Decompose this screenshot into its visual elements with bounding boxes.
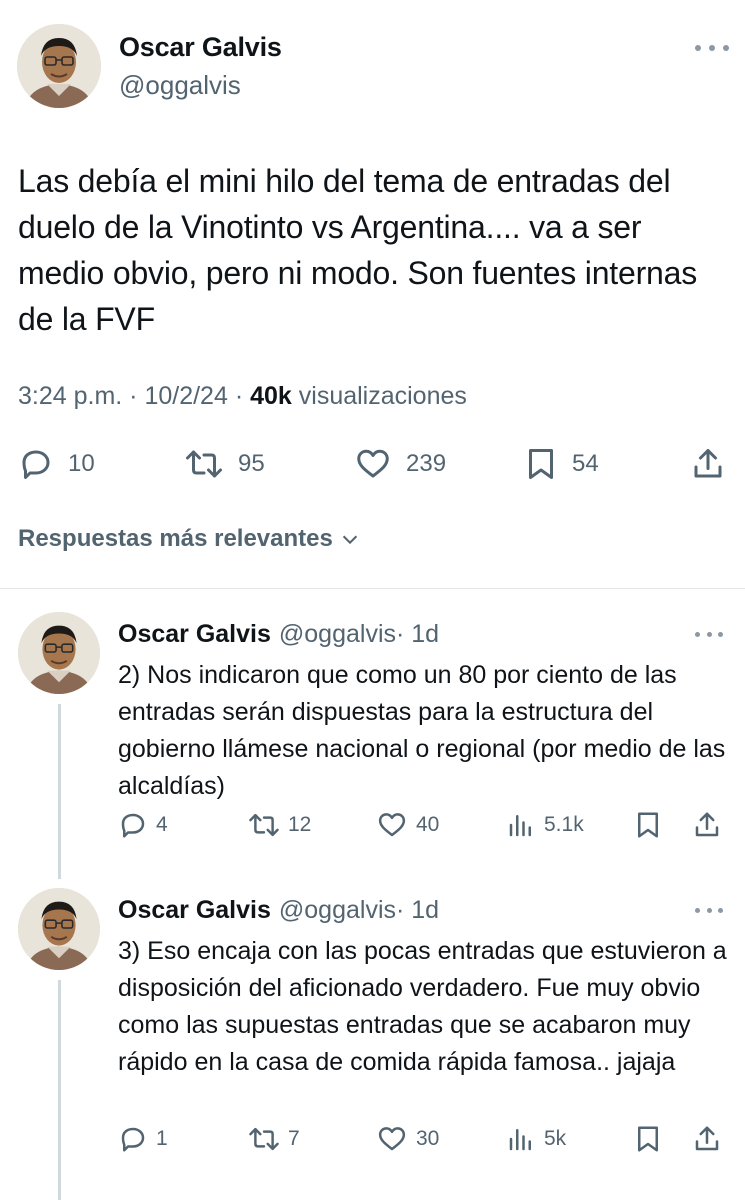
sort-label: Respuestas más relevantes bbox=[18, 525, 333, 552]
like-icon bbox=[378, 1127, 406, 1151]
tweet-thread-page: Oscar Galvis @oggalvis Las debía el mini… bbox=[0, 0, 745, 1200]
chevron-down-icon bbox=[342, 535, 357, 545]
bookmark-button[interactable] bbox=[634, 810, 662, 840]
repost-icon bbox=[249, 1127, 279, 1151]
views-icon bbox=[509, 1129, 531, 1151]
repost-button[interactable]: 7 bbox=[248, 1124, 300, 1154]
reply-actions: 1 7 30 5k bbox=[0, 1120, 745, 1160]
tweet-meta: 3:24 p.m. · 10/2/24 · 40k visualizacione… bbox=[18, 382, 467, 411]
repost-count: 95 bbox=[238, 450, 265, 477]
bookmark-button[interactable] bbox=[634, 1124, 662, 1154]
repost-count: 7 bbox=[288, 1127, 300, 1150]
reply-text: 3) Eso encaja con las pocas entradas que… bbox=[118, 937, 727, 1076]
share-icon bbox=[695, 1126, 719, 1151]
author-name[interactable]: Oscar Galvis bbox=[118, 896, 271, 924]
more-icon[interactable] bbox=[695, 38, 729, 58]
like-count: 30 bbox=[416, 1127, 440, 1150]
author-handle[interactable]: @oggalvis bbox=[279, 896, 396, 924]
thread-connector bbox=[58, 980, 61, 1200]
repost-count: 12 bbox=[288, 813, 312, 836]
like-icon bbox=[378, 813, 406, 837]
share-button[interactable] bbox=[692, 810, 722, 840]
bookmark-icon bbox=[529, 449, 553, 479]
views-icon bbox=[509, 815, 531, 837]
reply-icon bbox=[22, 450, 50, 479]
avatar[interactable] bbox=[17, 24, 101, 108]
meta-separator: · bbox=[227, 382, 251, 410]
like-button[interactable]: 30 bbox=[376, 1124, 439, 1154]
reply-count: 10 bbox=[68, 450, 95, 477]
divider bbox=[0, 588, 745, 589]
repost-icon bbox=[186, 450, 222, 478]
like-icon bbox=[357, 449, 389, 478]
reply-actions: 4 12 40 5.1k bbox=[0, 806, 745, 846]
reply-header: Oscar Galvis @oggalvis· 1d bbox=[118, 896, 439, 925]
like-button[interactable]: 239 bbox=[354, 446, 446, 482]
tweet-text: Las debía el mini hilo del tema de entra… bbox=[18, 163, 698, 337]
views-count: 40k bbox=[250, 382, 292, 410]
share-icon bbox=[694, 449, 722, 478]
reply-button[interactable]: 1 bbox=[118, 1124, 168, 1154]
share-icon bbox=[695, 812, 719, 837]
repost-button[interactable]: 12 bbox=[248, 810, 311, 840]
repost-icon bbox=[249, 813, 279, 837]
author-name[interactable]: Oscar Galvis bbox=[119, 32, 282, 63]
views-label: visualizaciones bbox=[291, 382, 467, 410]
sort-replies-dropdown[interactable]: Respuestas más relevantes bbox=[18, 525, 361, 553]
repost-button[interactable]: 95 bbox=[184, 446, 265, 482]
views-button[interactable]: 5k bbox=[506, 1124, 566, 1154]
avatar[interactable] bbox=[18, 612, 100, 694]
thread-connector bbox=[58, 704, 61, 879]
reply-count: 4 bbox=[156, 813, 168, 836]
tweet-date[interactable]: 10/2/24 bbox=[144, 382, 227, 410]
reply-icon bbox=[121, 1127, 145, 1152]
author-handle[interactable]: @oggalvis bbox=[279, 620, 396, 648]
like-button[interactable]: 40 bbox=[376, 810, 439, 840]
reply-button[interactable]: 10 bbox=[18, 446, 95, 482]
bookmark-button[interactable]: 54 bbox=[524, 446, 599, 482]
reply-icon bbox=[121, 813, 145, 838]
reply-button[interactable]: 4 bbox=[118, 810, 168, 840]
author-name[interactable]: Oscar Galvis bbox=[118, 620, 271, 648]
reply-count: 1 bbox=[156, 1127, 168, 1150]
like-count: 239 bbox=[406, 450, 447, 477]
share-button[interactable] bbox=[690, 446, 726, 482]
tweet-time[interactable]: 3:24 p.m. bbox=[18, 382, 122, 410]
author-handle[interactable]: @oggalvis bbox=[119, 70, 241, 101]
avatar[interactable] bbox=[18, 888, 100, 970]
more-icon[interactable] bbox=[695, 624, 723, 644]
more-icon[interactable] bbox=[695, 900, 723, 920]
bookmark-count: 54 bbox=[572, 450, 599, 477]
reply-header: Oscar Galvis @oggalvis· 1d bbox=[118, 620, 439, 649]
reply-text: 2) Nos indicaron que como un 80 por cien… bbox=[118, 661, 726, 800]
views-count: 5k bbox=[544, 1127, 567, 1150]
main-tweet-actions: 10 95 239 54 bbox=[0, 440, 745, 490]
views-count: 5.1k bbox=[544, 813, 584, 836]
meta-separator: · bbox=[122, 382, 145, 410]
share-button[interactable] bbox=[692, 1124, 722, 1154]
like-count: 40 bbox=[416, 813, 440, 836]
bookmark-icon bbox=[638, 1126, 658, 1152]
reply-time[interactable]: · 1d bbox=[396, 896, 439, 924]
reply-time[interactable]: · 1d bbox=[396, 620, 439, 648]
bookmark-icon bbox=[638, 812, 658, 838]
views-button[interactable]: 5.1k bbox=[506, 810, 584, 840]
